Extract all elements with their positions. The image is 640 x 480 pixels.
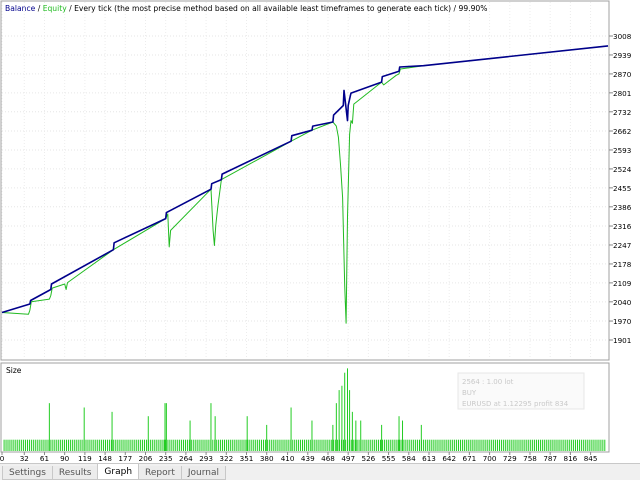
x-tick-label: 468 <box>321 454 335 463</box>
y-tick-label: 2939 <box>613 51 632 60</box>
chart-legend: Balance / Equity / Every tick (the most … <box>5 4 487 13</box>
tab-journal[interactable]: Journal <box>180 466 227 480</box>
x-tick-label: 119 <box>78 454 92 463</box>
x-tick-label: 497 <box>341 454 355 463</box>
x-tick-label: 90 <box>60 454 70 463</box>
x-tick-label: 758 <box>523 454 537 463</box>
y-tick-label: 2178 <box>613 260 632 269</box>
y-tick-label: 2732 <box>613 108 631 117</box>
y-tick-label: 1970 <box>613 317 632 326</box>
x-tick-label: 177 <box>118 454 132 463</box>
y-tick-label: 3008 <box>613 32 632 41</box>
x-tick-label: 322 <box>219 454 233 463</box>
x-tick-label: 380 <box>260 454 274 463</box>
y-tick-label: 2870 <box>613 70 632 79</box>
tester-graph: 3008 2939 2870 2801 2732 2662 2593 2524 2455 2386… <box>0 0 640 463</box>
tooltip-line-2: BUY <box>462 389 477 397</box>
legend-separator: / <box>35 4 42 13</box>
y-tick-label: 2316 <box>613 222 632 231</box>
x-tick-label: 613 <box>422 454 436 463</box>
x-tick-label: 439 <box>301 454 315 463</box>
size-title: Size <box>6 366 22 375</box>
y-tick-label: 2040 <box>613 298 632 307</box>
x-tick-label: 32 <box>20 454 29 463</box>
x-tick-label: 526 <box>362 454 376 463</box>
y-tick-label: 2386 <box>613 203 632 212</box>
x-tick-label: 148 <box>98 454 112 463</box>
tab-settings[interactable]: Settings <box>2 466 53 480</box>
x-tick-label: 351 <box>240 454 254 463</box>
tab-graph[interactable]: Graph <box>97 464 140 480</box>
x-tick-label: 555 <box>382 454 396 463</box>
x-tick-label: 206 <box>139 454 153 463</box>
y-tick-label: 2662 <box>613 127 631 136</box>
y-tick-label: 2801 <box>613 89 631 98</box>
x-tick-label: 584 <box>402 454 416 463</box>
y-tick-label: 2109 <box>613 279 632 288</box>
x-tick-label: 410 <box>281 454 295 463</box>
x-tick-label: 845 <box>584 454 598 463</box>
legend-subtitle: / Every tick (the most precise method ba… <box>67 4 488 13</box>
tooltip-line-3: EURUSD at 1.12295 profit 834 <box>462 400 569 408</box>
y-tick-label: 1901 <box>613 336 631 345</box>
x-tick-label: 235 <box>159 454 173 463</box>
x-tick-label: 642 <box>442 454 456 463</box>
legend-equity: Equity <box>43 4 68 13</box>
legend-balance: Balance <box>5 4 36 13</box>
y-tick-label: 2247 <box>613 241 631 250</box>
x-tick-label: 787 <box>543 454 557 463</box>
x-tick-label: 671 <box>463 454 477 463</box>
trade-tooltip: 2564 : 1.00 lot BUY EURUSD at 1.12295 pr… <box>457 372 585 410</box>
x-tick-label: 61 <box>40 454 49 463</box>
tab-report[interactable]: Report <box>138 466 182 480</box>
x-tick-label: 264 <box>179 454 193 463</box>
y-tick-label: 2455 <box>613 184 631 193</box>
tab-results[interactable]: Results <box>51 466 99 480</box>
y-tick-label: 2593 <box>613 146 631 155</box>
y-tick-label: 2524 <box>613 165 632 174</box>
x-tick-label: 293 <box>199 454 213 463</box>
tooltip-line-1: 2564 : 1.00 lot <box>462 378 514 386</box>
x-tick-label: 700 <box>483 454 497 463</box>
x-tick-label: 0 <box>0 454 5 463</box>
tester-tab-bar: Settings Results Graph Report Journal <box>0 463 640 480</box>
x-tick-label: 729 <box>503 454 517 463</box>
x-tick-label: 816 <box>564 454 578 463</box>
